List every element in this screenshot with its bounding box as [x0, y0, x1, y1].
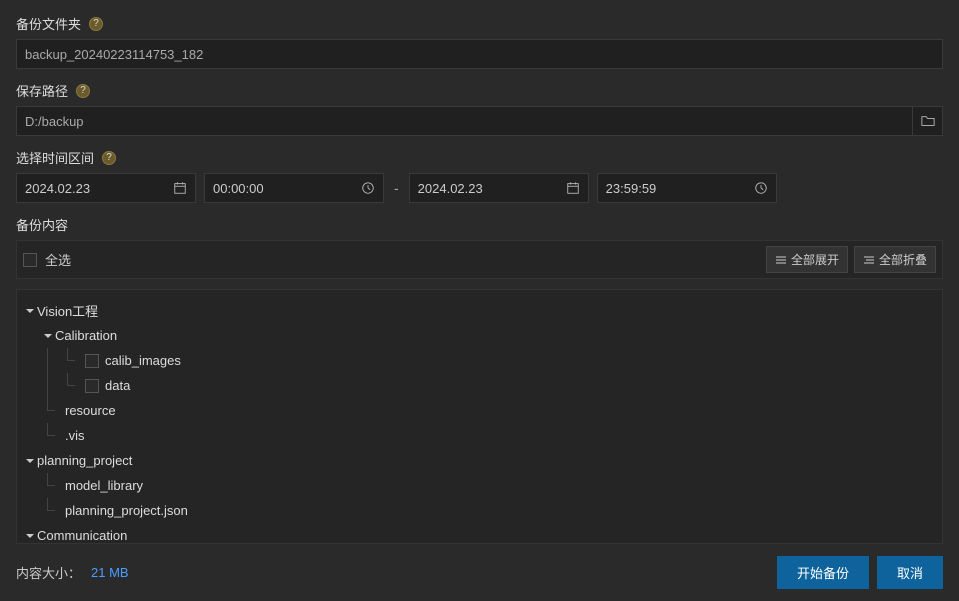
tree-item-calibration[interactable]: Calibration [23, 323, 936, 348]
tree-item-resource[interactable]: resource [23, 398, 936, 423]
start-time-input[interactable]: 00:00:00 [204, 173, 384, 203]
tree-item-calib-images[interactable]: calib_images [23, 348, 936, 373]
backup-tree[interactable]: Vision工程 Calibration calib_images [16, 289, 943, 544]
save-path-input[interactable] [16, 106, 913, 136]
dialog-footer: 内容大小： 21 MB 开始备份 取消 [16, 544, 943, 589]
range-dash: - [392, 180, 401, 196]
tree-item-communication[interactable]: Communication [23, 523, 936, 544]
start-date-value: 2024.02.23 [25, 181, 173, 196]
tree-checkbox[interactable] [85, 379, 99, 393]
start-date-input[interactable]: 2024.02.23 [16, 173, 196, 203]
clock-icon [754, 181, 768, 195]
start-time-value: 00:00:00 [213, 181, 361, 196]
cancel-button[interactable]: 取消 [877, 556, 943, 589]
select-all-checkbox[interactable] [23, 253, 37, 267]
chevron-down-icon[interactable] [23, 306, 37, 316]
collapse-all-button[interactable]: 全部折叠 [854, 246, 936, 273]
tree-checkbox[interactable] [85, 354, 99, 368]
backup-folder-input[interactable] [16, 39, 943, 69]
calendar-icon [566, 181, 580, 195]
tree-item-planning-json[interactable]: planning_project.json [23, 498, 936, 523]
time-range-field: 选择时间区间 ? 2024.02.23 00:00:00 - 2024.02.2… [16, 148, 943, 203]
backup-content-label: 备份内容 [16, 215, 68, 234]
backup-dialog: 备份文件夹 ? 保存路径 ? 选择时间区间 ? 2024.02.23 [0, 0, 959, 601]
save-path-label: 保存路径 [16, 81, 68, 100]
save-path-field: 保存路径 ? [16, 81, 943, 136]
tree-item-vis[interactable]: .vis [23, 423, 936, 448]
end-date-value: 2024.02.23 [418, 181, 566, 196]
help-icon[interactable]: ? [89, 17, 103, 31]
tree-item-vision[interactable]: Vision工程 [23, 298, 936, 323]
tree-item-data[interactable]: data [23, 373, 936, 398]
content-size-label: 内容大小： [16, 563, 81, 582]
content-toolbar: 全选 全部展开 全部折叠 [16, 240, 943, 279]
chevron-down-icon[interactable] [23, 531, 37, 541]
expand-all-button[interactable]: 全部展开 [766, 246, 848, 273]
backup-folder-label: 备份文件夹 [16, 14, 81, 33]
tree-item-model-library[interactable]: model_library [23, 473, 936, 498]
backup-folder-field: 备份文件夹 ? [16, 14, 943, 69]
clock-icon [361, 181, 375, 195]
browse-folder-button[interactable] [913, 106, 943, 136]
end-time-value: 23:59:59 [606, 181, 754, 196]
tree-item-planning[interactable]: planning_project [23, 448, 936, 473]
collapse-icon [863, 254, 875, 266]
time-range-label: 选择时间区间 [16, 148, 94, 167]
end-date-input[interactable]: 2024.02.23 [409, 173, 589, 203]
select-all-label: 全选 [45, 250, 71, 269]
chevron-down-icon[interactable] [23, 456, 37, 466]
expand-icon [775, 254, 787, 266]
help-icon[interactable]: ? [76, 84, 90, 98]
calendar-icon [173, 181, 187, 195]
end-time-input[interactable]: 23:59:59 [597, 173, 777, 203]
content-size-value: 21 MB [91, 565, 129, 580]
start-backup-button[interactable]: 开始备份 [777, 556, 869, 589]
help-icon[interactable]: ? [102, 151, 116, 165]
chevron-down-icon[interactable] [41, 331, 55, 341]
folder-icon [921, 114, 935, 128]
